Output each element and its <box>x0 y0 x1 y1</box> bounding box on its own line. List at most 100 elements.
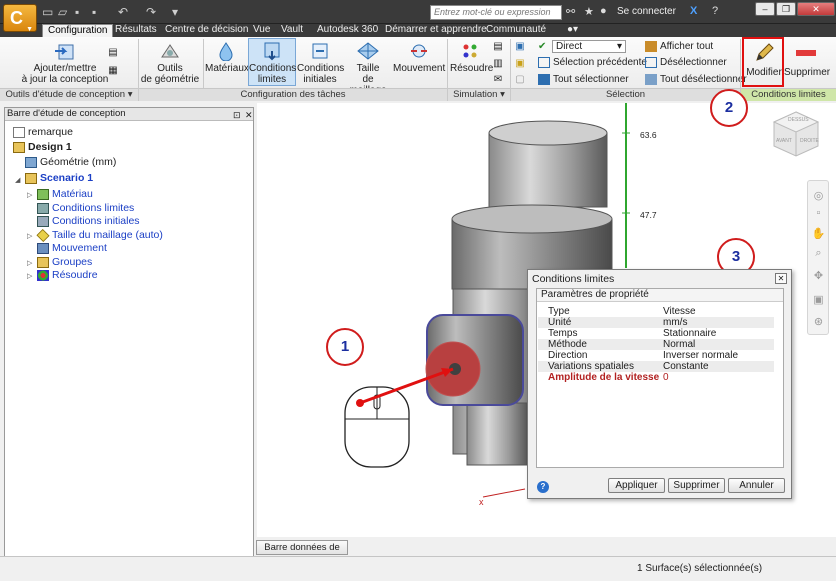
view-cube[interactable]: DESSUS DROITE AVANT <box>770 108 822 160</box>
expand-solve-icon[interactable]: ▷ <box>27 272 32 280</box>
tab-configuration[interactable]: Configuration <box>42 24 114 37</box>
panel-design-study-tools[interactable]: Outils d'étude de conception ▾ <box>0 88 138 101</box>
tab-decision-center[interactable]: Centre de décision <box>160 24 253 37</box>
tab-vault[interactable]: Vault <box>276 24 308 37</box>
mail-icon[interactable]: ✉ <box>491 74 505 85</box>
property-row[interactable]: Direction Inverser normale <box>538 350 774 361</box>
property-row-velocity[interactable]: Amplitude de la vitesse 0 <box>538 372 774 383</box>
signin-link[interactable]: Se connecter <box>617 6 676 17</box>
show-all-button[interactable]: Afficher tout <box>645 41 713 53</box>
dialog-close-button[interactable]: ✕ <box>775 273 787 284</box>
selection-mode-2-icon[interactable]: ▣ <box>513 58 527 69</box>
exchange-icon[interactable]: X <box>690 5 697 17</box>
groups-icon <box>37 256 49 268</box>
deselect-button[interactable]: Désélectionner <box>645 57 727 69</box>
property-row[interactable]: Unité mm/s <box>538 317 774 328</box>
deselect-all-button[interactable]: Tout désélectionner <box>645 74 747 86</box>
help-icon[interactable]: ? <box>537 481 549 493</box>
initial-conditions-button[interactable]: Conditions initiales <box>297 41 344 85</box>
tree-material[interactable]: Matériau <box>37 188 93 200</box>
application-menu-button[interactable]: C ▼ <box>3 4 37 33</box>
update-design-button[interactable]: Ajouter/mettre à jour la conception <box>20 41 110 85</box>
collapse-scenario-icon[interactable]: ◢ <box>15 176 20 184</box>
customize-qat-icon[interactable]: ▾ <box>172 5 178 19</box>
apply-button[interactable]: Appliquer <box>608 478 665 493</box>
tab-view[interactable]: Vue <box>248 24 275 37</box>
orbit-icon[interactable]: ✥ <box>811 269 826 284</box>
save-icon[interactable]: ▪ <box>75 5 79 19</box>
settings-icon[interactable]: ⊛ <box>811 315 826 330</box>
select-previous-button[interactable]: Sélection précédente <box>538 57 647 69</box>
tab-results[interactable]: Résultats <box>110 24 162 37</box>
sim-small-2-icon[interactable]: ▥ <box>491 58 505 69</box>
property-key: Amplitude de la vitesse <box>548 372 660 383</box>
binoculars-icon[interactable]: ⚯ <box>566 5 575 18</box>
motion-button[interactable]: Mouvement <box>393 41 445 74</box>
search-input[interactable]: Entrez mot-clé ou expression <box>430 5 562 20</box>
zoom-icon[interactable]: ⌕ <box>811 247 826 262</box>
expand-material-icon[interactable]: ▷ <box>27 191 32 199</box>
expand-mesh-icon[interactable]: ▷ <box>27 232 32 240</box>
close-panel-icon[interactable]: ✕ <box>245 109 253 121</box>
dialog-title: Conditions limites <box>532 273 615 285</box>
selection-mode-1-icon[interactable]: ▣ <box>513 41 527 52</box>
output-bar-button[interactable]: Barre données de sortie <box>256 540 348 566</box>
open-folder-icon[interactable]: ▱ <box>58 5 67 19</box>
tree-scenario[interactable]: Scenario 1 <box>25 172 93 184</box>
tree-note[interactable]: remarque <box>13 126 73 138</box>
help-icon[interactable]: ? <box>712 5 718 17</box>
user-icon[interactable]: ● <box>600 5 607 17</box>
redo-icon[interactable]: ↷ <box>146 5 156 19</box>
tab-community[interactable]: Communauté <box>481 24 551 37</box>
look-at-icon[interactable]: ▣ <box>811 293 826 308</box>
steering-wheel-icon[interactable]: ◎ <box>811 189 826 204</box>
panel-simulation-label: Simulation <box>453 89 498 100</box>
solve-button[interactable]: Résoudre <box>450 41 493 74</box>
tree-motion[interactable]: Mouvement <box>37 242 107 254</box>
save-as-icon[interactable]: ▪ <box>92 5 96 19</box>
materials-button[interactable]: Matériaux <box>205 41 249 74</box>
sim-small-1-icon[interactable]: ▤ <box>491 41 505 52</box>
panel-simulation[interactable]: Simulation ▾ <box>448 88 510 101</box>
property-row[interactable]: Variations spatiales Constante <box>538 361 774 372</box>
pan-icon[interactable]: ✋ <box>811 227 826 242</box>
tree-groups[interactable]: Groupes <box>37 256 92 268</box>
delete-dialog-button[interactable]: Supprimer <box>668 478 725 493</box>
steering-wheel-small-icon[interactable]: ▫ <box>811 207 826 222</box>
tree-design[interactable]: Design 1 <box>13 141 72 153</box>
minimize-button[interactable]: – <box>755 2 775 16</box>
expand-groups-icon[interactable]: ▷ <box>27 259 32 267</box>
undo-icon[interactable]: ↶ <box>118 5 128 19</box>
tree-geometry[interactable]: Géométrie (mm) <box>25 156 116 168</box>
tab-getting-started[interactable]: Démarrer et apprendre <box>380 24 492 37</box>
pin-icon[interactable]: ⊡ <box>233 109 241 121</box>
tree-initial-conditions[interactable]: Conditions initiales <box>37 215 140 227</box>
close-button[interactable]: ✕ <box>797 2 835 16</box>
tree-solve[interactable]: Résoudre <box>37 269 98 281</box>
top-cylinder-cap[interactable] <box>488 120 608 146</box>
tree-boundary-conditions[interactable]: Conditions limites <box>37 202 134 214</box>
property-row[interactable]: Méthode Normal <box>538 339 774 350</box>
lower-body[interactable] <box>466 402 528 466</box>
new-file-icon[interactable]: ▭ <box>42 5 53 19</box>
design-study-small-1-icon[interactable]: ▤ <box>104 47 122 58</box>
cancel-button[interactable]: Annuler <box>728 478 785 493</box>
select-all-button[interactable]: Tout sélectionner <box>538 74 629 86</box>
tab-overflow-icon[interactable]: ●▾ <box>562 24 583 37</box>
property-row[interactable]: Temps Stationnaire <box>538 328 774 339</box>
delete-button[interactable]: Supprimer <box>784 41 830 78</box>
boundary-conditions-icon <box>264 42 280 61</box>
property-key: Type <box>548 306 570 317</box>
ribbon: Ajouter/mettre à jour la conception ▤ ▦ … <box>0 37 836 101</box>
boundary-conditions-button[interactable]: Conditions limites <box>248 38 296 86</box>
geometry-tools-button[interactable]: Outils de géométrie <box>140 41 200 85</box>
tree-mesh-size[interactable]: Taille du maillage (auto) <box>36 228 163 242</box>
selection-mode-3-icon[interactable]: ▢ <box>513 74 527 85</box>
star-icon[interactable]: ★ <box>584 5 594 18</box>
deselect-icon <box>645 57 657 68</box>
restore-button[interactable]: ❐ <box>776 2 796 16</box>
design-study-small-2-icon[interactable]: ▦ <box>104 65 122 76</box>
selection-mode-dropdown[interactable]: Direct ▾ <box>552 40 626 53</box>
property-row[interactable]: Type Vitesse <box>538 306 774 317</box>
tab-autodesk-360[interactable]: Autodesk 360 <box>312 24 383 37</box>
